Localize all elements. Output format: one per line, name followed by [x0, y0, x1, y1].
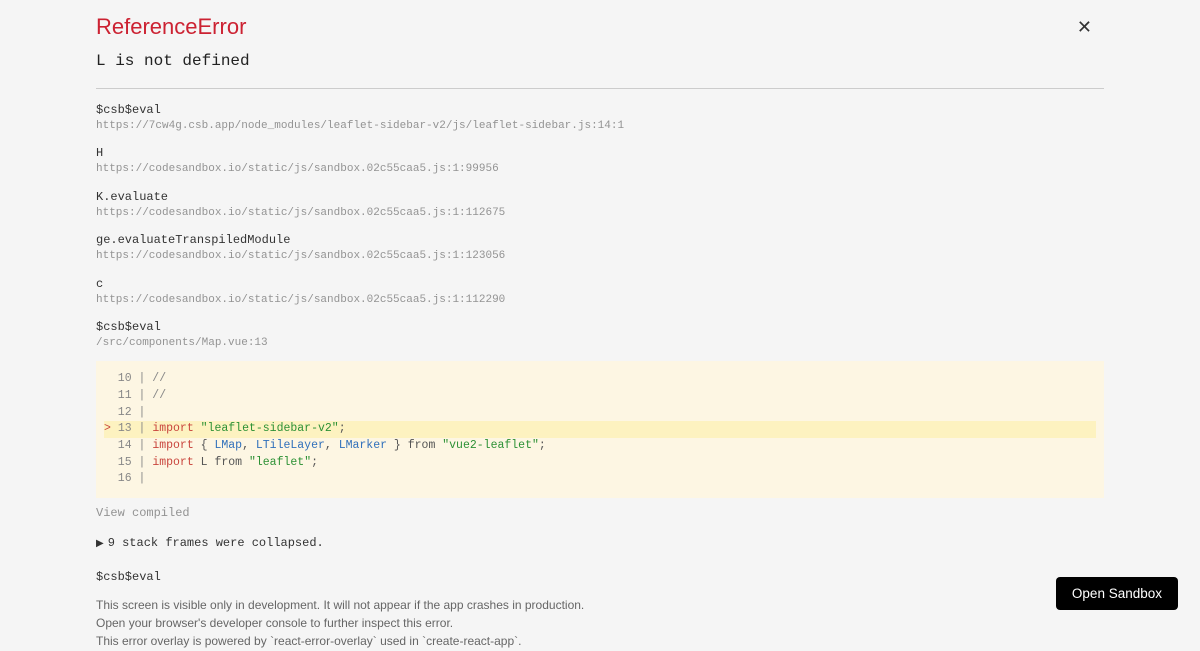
close-icon[interactable]: ✕ [1077, 18, 1092, 36]
error-title: ReferenceError [96, 14, 1104, 40]
stack-frame: $csb$eval https://7cw4g.csb.app/node_mod… [96, 101, 1104, 134]
error-message: L is not defined [96, 52, 1104, 70]
collapsed-frames-label: 9 stack frames were collapsed. [108, 536, 324, 550]
footer-line: Open your browser's developer console to… [96, 614, 1104, 632]
frame-function: $csb$eval [96, 318, 1104, 336]
code-line: 16 | [104, 472, 152, 485]
frame-location: /src/components/Map.vue:13 [96, 336, 1104, 351]
view-compiled-link[interactable]: View compiled [96, 506, 1104, 520]
code-snippet: 10 | // 11 | // 12 | > 13 | import "leaf… [96, 361, 1104, 498]
code-line: 15 | import L from "leaflet"; [104, 455, 1096, 472]
open-sandbox-button[interactable]: Open Sandbox [1056, 577, 1178, 610]
code-line-highlight: > 13 | import "leaflet-sidebar-v2"; [104, 421, 1096, 438]
frame-location: https://codesandbox.io/static/js/sandbox… [96, 206, 1104, 221]
code-line: 10 | // [104, 372, 166, 385]
stack-frame: ge.evaluateTranspiledModule https://code… [96, 231, 1104, 264]
frame-function: K.evaluate [96, 188, 1104, 206]
code-line: 11 | // [104, 389, 166, 402]
stack-frame: H https://codesandbox.io/static/js/sandb… [96, 144, 1104, 177]
frame-function: c [96, 275, 1104, 293]
code-line: 14 | import { LMap, LTileLayer, LMarker … [104, 438, 1096, 455]
frame-function: $csb$eval [96, 101, 1104, 119]
frame-function: ge.evaluateTranspiledModule [96, 231, 1104, 249]
error-overlay: ✕ ReferenceError L is not defined $csb$e… [0, 0, 1200, 650]
frame-location: https://7cw4g.csb.app/node_modules/leafl… [96, 119, 1104, 134]
frame-location: https://codesandbox.io/static/js/sandbox… [96, 249, 1104, 264]
stack-frame: $csb$eval /src/components/Map.vue:13 [96, 318, 1104, 351]
collapsed-frames-toggle[interactable]: ▶ 9 stack frames were collapsed. [96, 536, 1104, 550]
frame-function: H [96, 144, 1104, 162]
stack-frame: $csb$eval [96, 568, 1104, 586]
stack-frame: c https://codesandbox.io/static/js/sandb… [96, 275, 1104, 308]
code-line: 12 | [104, 406, 152, 419]
triangle-right-icon: ▶ [96, 538, 104, 550]
footer-line: This screen is visible only in developme… [96, 596, 1104, 614]
footer-line: This error overlay is powered by `react-… [96, 632, 1104, 650]
stack-frame: K.evaluate https://codesandbox.io/static… [96, 188, 1104, 221]
footer-note: This screen is visible only in developme… [96, 596, 1104, 650]
frame-location: https://codesandbox.io/static/js/sandbox… [96, 293, 1104, 308]
divider [96, 88, 1104, 89]
frame-location: https://codesandbox.io/static/js/sandbox… [96, 162, 1104, 177]
frame-function: $csb$eval [96, 568, 1104, 586]
